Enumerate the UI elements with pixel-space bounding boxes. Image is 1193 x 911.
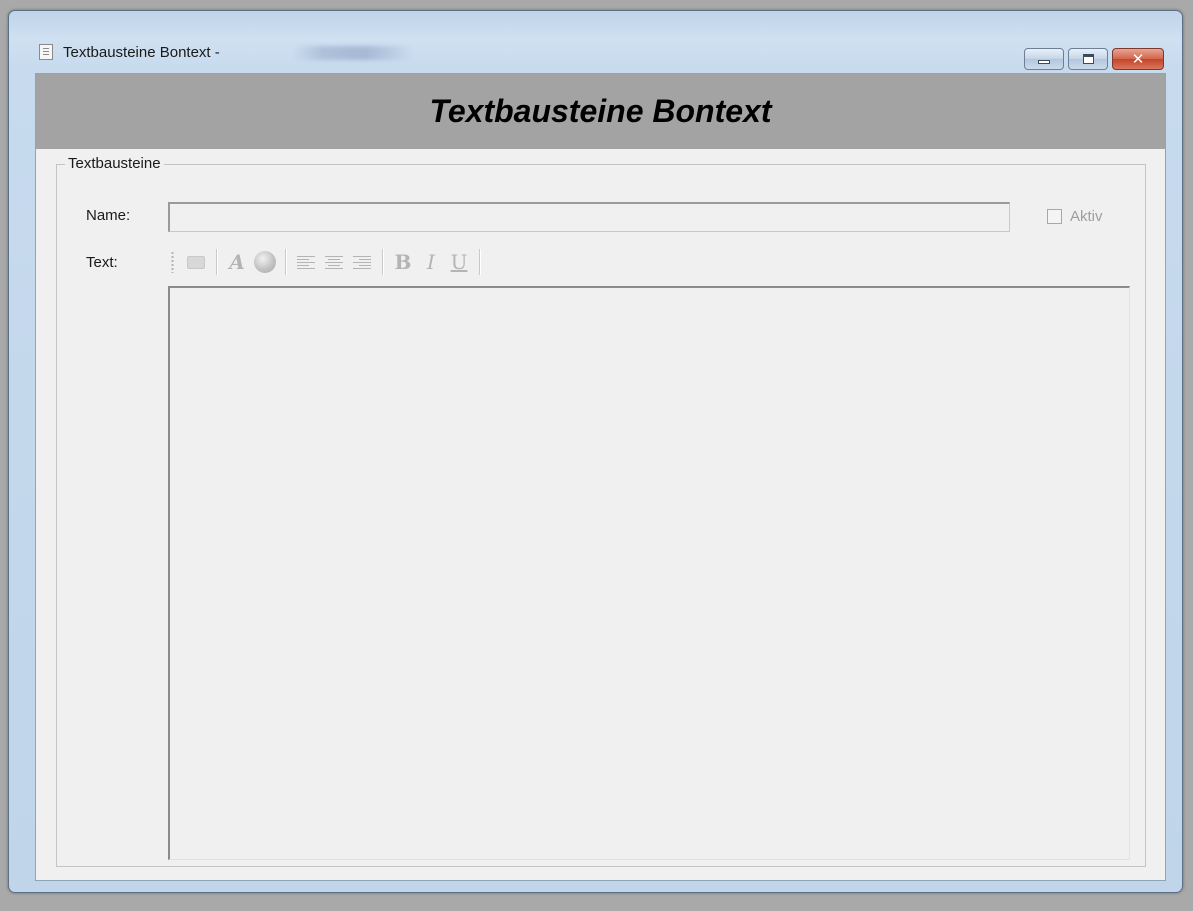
page-title: Textbausteine Bontext — [429, 93, 772, 129]
text-editor[interactable] — [168, 286, 1130, 860]
formatting-toolbar: A B I U — [171, 247, 486, 277]
close-icon: ✕ — [1131, 50, 1145, 68]
header-banner: Textbausteine Bontext — [36, 74, 1165, 149]
caption-buttons: ✕ — [1024, 48, 1164, 70]
aktiv-label: Aktiv — [1070, 208, 1103, 225]
minimize-icon — [1038, 60, 1050, 64]
font-icon[interactable]: A — [225, 250, 249, 274]
window-title: Textbausteine Bontext - — [63, 44, 220, 61]
align-center-icon[interactable] — [322, 250, 346, 274]
name-label: Name: — [86, 207, 131, 224]
align-left-icon[interactable] — [294, 250, 318, 274]
textbausteine-groupbox: Textbausteine Name: Aktiv Text: A B I U — [56, 155, 1146, 867]
italic-icon[interactable]: I — [419, 250, 443, 274]
aktiv-checkbox[interactable] — [1047, 209, 1062, 224]
restore-button[interactable] — [1068, 48, 1108, 70]
text-label: Text: — [86, 254, 118, 271]
align-right-icon[interactable] — [350, 250, 374, 274]
toolbar-separator — [285, 249, 286, 275]
close-button[interactable]: ✕ — [1112, 48, 1164, 70]
document-icon[interactable] — [39, 44, 53, 60]
minimize-button[interactable] — [1024, 48, 1064, 70]
color-globe-icon[interactable] — [253, 250, 277, 274]
groupbox-label: Textbausteine — [65, 155, 164, 172]
bold-icon[interactable]: B — [391, 250, 415, 274]
client-area: Textbausteine Bontext Textbausteine Name… — [35, 73, 1166, 881]
toolbar-separator — [382, 249, 383, 275]
app-window: Textbausteine Bontext - ✕ Textbausteine … — [8, 10, 1183, 893]
name-input[interactable] — [168, 202, 1010, 232]
open-folder-icon[interactable] — [184, 250, 208, 274]
toolbar-grip[interactable] — [171, 251, 174, 273]
toolbar-separator — [216, 249, 217, 275]
title-bar[interactable]: Textbausteine Bontext - ✕ — [9, 11, 1182, 73]
toolbar-separator — [479, 249, 480, 275]
obscured-title-suffix — [293, 46, 413, 60]
aktiv-checkbox-group[interactable]: Aktiv — [1047, 208, 1103, 225]
underline-icon[interactable]: U — [447, 250, 471, 274]
restore-icon — [1083, 54, 1094, 64]
